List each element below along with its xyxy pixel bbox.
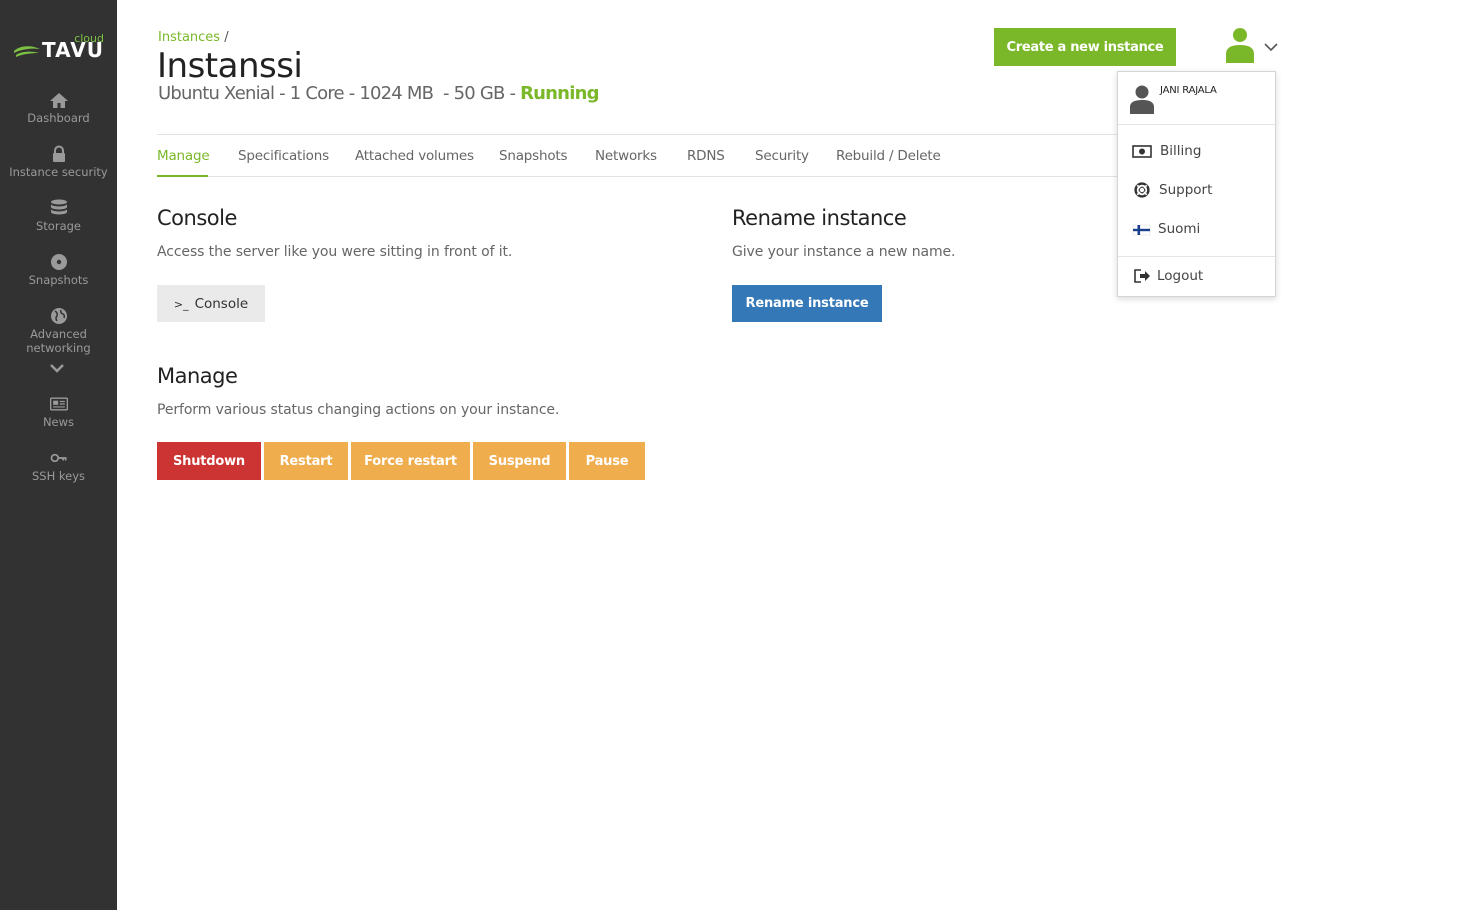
user-avatar-icon: [1130, 85, 1154, 114]
newspaper-icon: [49, 397, 68, 411]
sidebar-item-dashboard[interactable]: Dashboard: [0, 91, 117, 125]
user-profile-header: JANI RAJALA: [1118, 72, 1275, 125]
breadcrumb: Instances /: [158, 30, 229, 45]
menu-item-language[interactable]: Suomi: [1118, 214, 1275, 244]
sidebar-item-snapshots[interactable]: Snapshots: [0, 253, 117, 287]
instance-specs: Ubuntu Xenial - 1 Core - 1024 MB - 50 GB…: [158, 83, 521, 104]
rename-instance-button[interactable]: Rename instance: [732, 285, 882, 322]
manage-heading: Manage: [157, 364, 238, 388]
tavu-cloud-logo[interactable]: TAVU cloud: [12, 32, 104, 62]
console-heading: Console: [157, 206, 237, 230]
tab-rdns[interactable]: RDNS: [687, 148, 725, 164]
console-button-label: Console: [194, 295, 249, 312]
tab-rebuild-delete[interactable]: Rebuild / Delete: [836, 148, 941, 164]
menu-divider: [1118, 256, 1275, 257]
billing-icon: [1132, 145, 1152, 158]
tab-manage[interactable]: Manage: [157, 148, 210, 164]
sidebar-item-label: News: [42, 415, 75, 429]
sidebar-item-label: Advanced networking: [26, 327, 91, 355]
tabs-divider-top: [157, 134, 1117, 135]
logo-swoosh-icon: [14, 46, 40, 57]
tab-specifications[interactable]: Specifications: [238, 148, 329, 164]
user-name: JANI RAJALA: [1160, 85, 1217, 96]
status-badge: Running: [520, 83, 599, 104]
globe-icon: [50, 308, 67, 324]
chevron-down-icon[interactable]: [49, 362, 65, 374]
tab-snapshots[interactable]: Snapshots: [499, 148, 568, 164]
sidebar-item-news[interactable]: News: [0, 395, 117, 429]
console-description: Access the server like you were sitting …: [157, 244, 513, 260]
suspend-button[interactable]: Suspend: [473, 442, 566, 480]
page-title: Instanssi: [157, 46, 303, 86]
console-button[interactable]: >_ Console: [157, 285, 265, 322]
menu-item-label: Support: [1159, 182, 1213, 198]
sidebar-item-label: Dashboard: [27, 111, 90, 125]
sidebar-item-storage[interactable]: Storage: [0, 199, 117, 233]
breadcrumb-separator: /: [224, 30, 229, 45]
tab-attached-volumes[interactable]: Attached volumes: [355, 148, 474, 164]
menu-item-label: Billing: [1160, 143, 1202, 159]
shutdown-button[interactable]: Shutdown: [157, 442, 261, 480]
home-icon: [49, 93, 68, 108]
menu-item-label: Suomi: [1158, 221, 1201, 237]
sidebar-item-label: Instance security: [9, 165, 108, 179]
instance-summary: Ubuntu Xenial - 1 Core - 1024 MB - 50 GB…: [158, 83, 599, 104]
sidebar-item-advanced-networking[interactable]: Advanced networking: [0, 307, 117, 355]
tab-networks[interactable]: Networks: [595, 148, 657, 164]
sidebar-item-ssh-keys[interactable]: SSH keys: [0, 449, 117, 483]
breadcrumb-instances-link[interactable]: Instances: [158, 30, 220, 45]
tabs-divider-bottom: [157, 176, 1117, 177]
menu-item-support[interactable]: Support: [1118, 175, 1275, 205]
sidebar-item-label: SSH keys: [31, 469, 86, 483]
force-restart-button[interactable]: Force restart: [351, 442, 470, 480]
manage-description: Perform various status changing actions …: [157, 402, 560, 418]
user-menu-toggle[interactable]: [1220, 26, 1282, 66]
active-tab-indicator: [157, 175, 208, 177]
logo-sub-text: cloud: [74, 32, 104, 45]
menu-item-label: Logout: [1157, 268, 1204, 284]
rename-description: Give your instance a new name.: [732, 244, 956, 260]
menu-item-billing[interactable]: Billing: [1118, 136, 1275, 166]
user-dropdown-menu: JANI RAJALA Billing Support Suomi Logout: [1117, 71, 1276, 297]
chevron-down-icon: [1264, 43, 1278, 52]
lock-icon: [52, 145, 65, 162]
finland-flag-icon: [1132, 224, 1151, 236]
lifebuoy-icon: [1134, 182, 1150, 198]
sidebar-item-label: Storage: [36, 219, 81, 233]
sidebar-item-instance-security[interactable]: Instance security: [0, 145, 117, 179]
create-instance-button[interactable]: Create a new instance: [994, 28, 1176, 66]
restart-button[interactable]: Restart: [264, 442, 348, 480]
terminal-icon: >_: [173, 297, 189, 311]
disc-icon: [50, 254, 67, 270]
tab-security[interactable]: Security: [755, 148, 809, 164]
sidebar-item-label: Snapshots: [28, 273, 89, 287]
key-icon: [50, 453, 66, 463]
database-icon: [50, 199, 67, 215]
logout-icon: [1134, 269, 1150, 283]
sidebar: TAVU cloud Dashboard Instance security S…: [0, 0, 117, 910]
rename-heading: Rename instance: [732, 206, 907, 230]
pause-button[interactable]: Pause: [569, 442, 645, 480]
menu-item-logout[interactable]: Logout: [1118, 261, 1275, 291]
